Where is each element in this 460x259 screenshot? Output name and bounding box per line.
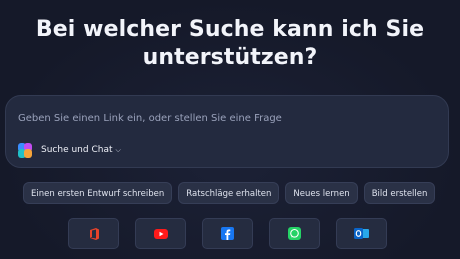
mode-row: Suche und Chat ⌵	[17, 140, 127, 160]
suggestion-chip-image[interactable]: Bild erstellen	[363, 182, 436, 204]
page-title: Bei welcher Suche kann ich Sie unterstüt…	[0, 16, 460, 72]
app-shortcut-facebook[interactable]	[202, 218, 253, 249]
page-title-line-1: Bei welcher Suche kann ich Sie	[35, 17, 425, 42]
office-icon	[89, 227, 99, 240]
copilot-start-page: Bei welcher Suche kann ich Sie unterstüt…	[0, 0, 460, 259]
suggestion-chips: Einen ersten Entwurf schreiben Ratschläg…	[23, 182, 436, 204]
app-shortcut-office[interactable]	[68, 218, 119, 249]
copilot-logo-icon	[17, 142, 33, 158]
page-title-line-2: unterstützen?	[142, 45, 318, 70]
chat-input[interactable]	[18, 109, 438, 127]
whatsapp-icon	[288, 227, 301, 240]
app-shortcut-outlook[interactable]	[336, 218, 387, 249]
suggestion-chip-draft[interactable]: Einen ersten Entwurf schreiben	[23, 182, 173, 204]
mode-selector-button[interactable]: Suche und Chat ⌵	[39, 140, 127, 160]
outlook-icon	[354, 228, 369, 239]
chat-composer: Suche und Chat ⌵	[5, 95, 449, 168]
app-shortcut-whatsapp[interactable]	[269, 218, 320, 249]
app-shortcut-youtube[interactable]	[135, 218, 186, 249]
facebook-icon	[221, 227, 234, 240]
youtube-icon	[153, 228, 168, 239]
chevron-down-icon: ⌵	[115, 145, 121, 154]
suggestion-chip-advice[interactable]: Ratschläge erhalten	[178, 182, 280, 204]
app-shortcuts	[68, 218, 387, 249]
mode-selector-label: Suche und Chat	[41, 145, 113, 155]
suggestion-chip-learn[interactable]: Neues lernen	[285, 182, 358, 204]
